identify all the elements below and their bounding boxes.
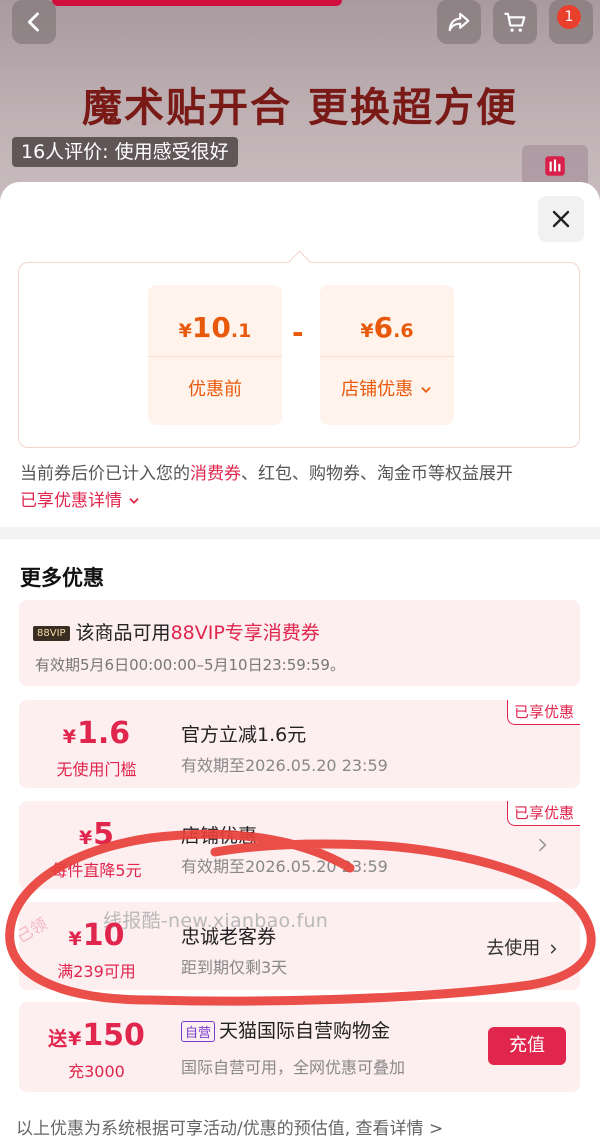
price-note: 当前券后价已计入您的消费券、红包、购物券、淘金币等权益展开 已享优惠详情 bbox=[20, 464, 513, 511]
price-calculation: ¥10.1 优惠前 - ¥6.6 店铺优惠 bbox=[18, 250, 580, 448]
chevron-right-icon bbox=[538, 838, 547, 852]
gold-title: 自营 天猫国际自营购物金 bbox=[181, 1016, 390, 1043]
coupon-title: 官方立减1.6元 bbox=[181, 724, 307, 746]
price-box-divider bbox=[148, 356, 282, 357]
coupon-validity: 有效期至2026.05.20 23:59 bbox=[181, 756, 388, 775]
cart-badge: 1 bbox=[557, 5, 581, 29]
coupon-title: 店铺优惠 bbox=[181, 825, 258, 847]
close-icon bbox=[552, 210, 570, 228]
footer-note[interactable]: 以上优惠为系统根据可享活动/优惠的预估值, 查看详情 > bbox=[16, 1114, 443, 1139]
vip-tag: 88VIP bbox=[33, 626, 70, 641]
calc-notch bbox=[287, 250, 312, 275]
shop-discount-label: 店铺优惠 bbox=[320, 375, 454, 401]
recharge-button[interactable]: 充值 bbox=[488, 1027, 566, 1065]
cart-button[interactable] bbox=[493, 0, 537, 44]
enjoyed-badge: 已享优惠 bbox=[506, 801, 580, 826]
go-use-button[interactable]: 去使用 bbox=[486, 934, 560, 960]
bar-chart-icon bbox=[545, 156, 565, 176]
gold-value: 送¥150 充3000 bbox=[19, 1002, 174, 1092]
vip-validity: 有效期5月6日00:00:00–5月10日23:59:59。 bbox=[35, 656, 345, 674]
share-button[interactable] bbox=[437, 0, 481, 44]
price-box-divider bbox=[320, 356, 454, 357]
coupon-amount: ¥10 bbox=[68, 918, 125, 953]
product-hero: 1 魔术贴开合 更换超方便 16人评价: 使用感受很好 bbox=[0, 0, 600, 200]
more-discounts-title: 更多优惠 bbox=[20, 566, 104, 590]
gold-amount: 送¥150 bbox=[48, 1018, 145, 1053]
chevron-down-icon bbox=[421, 387, 431, 393]
close-button[interactable] bbox=[538, 196, 584, 242]
hero-top-bar bbox=[52, 0, 342, 6]
enjoyed-details-link[interactable]: 已享优惠详情 bbox=[20, 491, 141, 511]
enjoyed-badge: 已享优惠 bbox=[506, 700, 580, 725]
self-operated-tag: 自营 bbox=[181, 1021, 216, 1042]
price-before-amount: ¥10.1 bbox=[178, 311, 252, 344]
section-divider bbox=[0, 527, 600, 539]
coupon-card[interactable]: ¥1.6 无使用门槛 官方立减1.6元 有效期至2026.05.20 23:59… bbox=[19, 700, 580, 788]
coupon-value: ¥10 满239可用 bbox=[19, 902, 174, 990]
gold-condition: 充3000 bbox=[68, 1062, 125, 1081]
chevron-down-icon bbox=[129, 498, 140, 504]
coupon-title: 忠诚老客券 bbox=[181, 926, 277, 948]
more-button[interactable]: 1 bbox=[549, 0, 593, 44]
chevron-right-icon bbox=[550, 944, 557, 954]
coupon-card[interactable]: 已领 线报酷-new.xianbao.fun ¥10 满239可用 忠诚老客券 … bbox=[19, 902, 580, 990]
back-button[interactable] bbox=[12, 0, 56, 44]
gold-subtitle: 国际自营可用，全网优惠可叠加 bbox=[181, 1058, 406, 1077]
coupon-condition: 每件直降5元 bbox=[51, 861, 142, 880]
coupon-condition: 满239可用 bbox=[57, 962, 136, 981]
chevron-left-icon bbox=[27, 12, 39, 32]
vip-coupon-line: 88VIP 该商品可用88VIP专享消费券 bbox=[33, 618, 320, 645]
review-pill[interactable]: 16人评价: 使用感受很好 bbox=[12, 137, 238, 167]
price-before-box: ¥10.1 优惠前 bbox=[148, 285, 282, 425]
coupon-validity: 有效期至2026.05.20 23:59 bbox=[181, 857, 388, 876]
discount-sheet: ¥10.1 优惠前 - ¥6.6 店铺优惠 当前券后价已计入您的消费券、红包、购… bbox=[0, 182, 600, 1145]
cart-icon bbox=[504, 12, 526, 32]
coupon-validity: 距到期仅剩3天 bbox=[181, 958, 288, 977]
vip-coupon-card[interactable]: 88VIP 该商品可用88VIP专享消费券 有效期5月6日00:00:00–5月1… bbox=[19, 600, 580, 686]
coupon-amount: ¥5 bbox=[78, 817, 115, 852]
product-banner-title: 魔术贴开合 更换超方便 bbox=[82, 84, 518, 131]
shop-discount-amount: ¥6.6 bbox=[360, 311, 414, 344]
share-icon bbox=[448, 12, 470, 32]
coupon-value: ¥5 每件直降5元 bbox=[19, 801, 174, 889]
chart-button[interactable] bbox=[522, 145, 588, 187]
minus-sign: - bbox=[292, 316, 304, 349]
coupon-amount: ¥1.6 bbox=[62, 716, 131, 751]
coupon-card[interactable]: ¥5 每件直降5元 店铺优惠 有效期至2026.05.20 23:59 已享优惠 bbox=[19, 801, 580, 889]
coupon-condition: 无使用门槛 bbox=[56, 760, 137, 779]
price-before-label: 优惠前 bbox=[188, 379, 242, 400]
coupon-value: ¥1.6 无使用门槛 bbox=[19, 700, 174, 788]
shop-discount-box[interactable]: ¥6.6 店铺优惠 bbox=[320, 285, 454, 425]
gold-card[interactable]: 送¥150 充3000 自营 天猫国际自营购物金 国际自营可用，全网优惠可叠加 充… bbox=[19, 1002, 580, 1092]
